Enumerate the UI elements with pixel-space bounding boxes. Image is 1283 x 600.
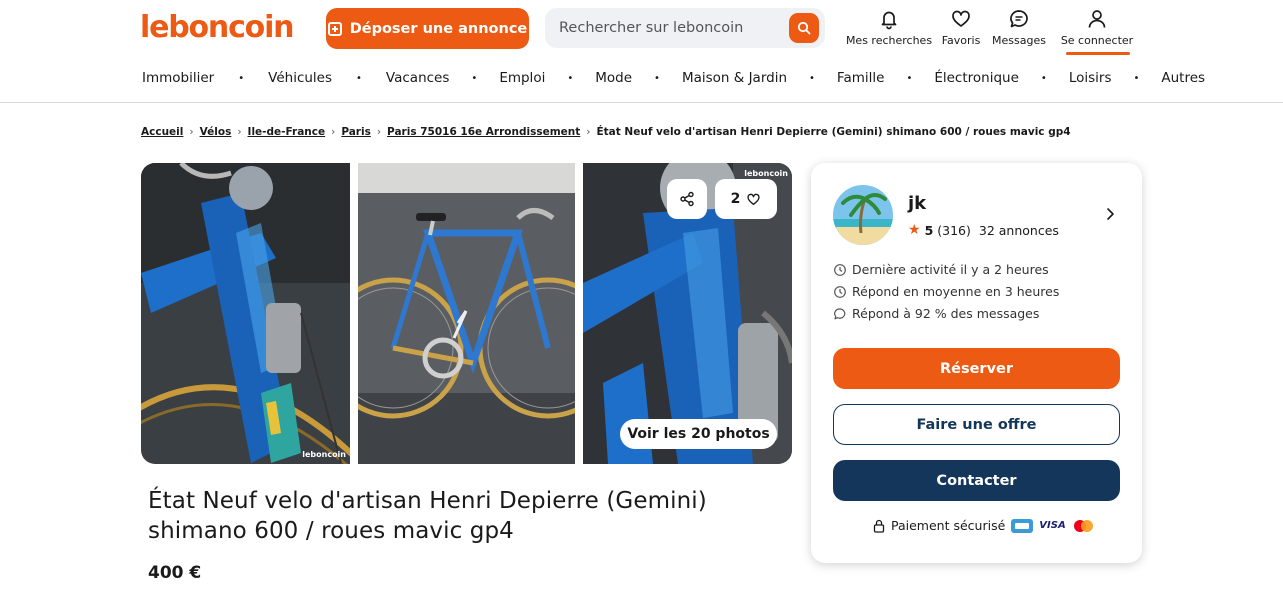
category-separator: •	[654, 72, 660, 84]
user-icon	[1088, 10, 1106, 28]
nav-messages-label: Messages	[992, 34, 1046, 47]
search-input[interactable]	[559, 20, 779, 36]
chat-bubble-icon	[1010, 10, 1028, 28]
share-button[interactable]	[667, 179, 707, 219]
breadcrumb-region[interactable]: Ile-de-France	[248, 126, 326, 138]
nav-favorites[interactable]: Favoris	[942, 8, 980, 47]
header: leboncoin Déposer une annonce Mes recher…	[0, 0, 1283, 103]
nav-favorites-label: Favoris	[941, 34, 981, 47]
listing-price: 400 €	[148, 563, 202, 583]
avatar[interactable]	[833, 185, 893, 245]
listing-title: État Neuf velo d'artisan Henri Depierre …	[148, 488, 707, 544]
star-icon: ★	[908, 222, 921, 238]
secure-payment: Paiement sécurisé VISA	[873, 518, 1094, 533]
bike-frame-closeup-image	[141, 163, 350, 464]
category-vehicules[interactable]: Véhicules	[268, 70, 332, 86]
category-nav: Immobilier • Véhicules • Vacances • Empl…	[142, 70, 1205, 86]
favorite-button[interactable]: 2	[715, 179, 777, 219]
clock-history-icon	[834, 263, 846, 276]
see-all-photos-button[interactable]: Voir les 20 photos	[620, 419, 777, 449]
watermark: leboncoin	[302, 450, 346, 459]
photo-1[interactable]: leboncoin	[141, 163, 350, 464]
response-time-text: Répond en moyenne en 3 heures	[852, 284, 1060, 299]
contact-button[interactable]: Contacter	[833, 460, 1120, 501]
bell-icon	[881, 11, 897, 30]
category-separator: •	[567, 72, 574, 84]
breadcrumb-current: État Neuf velo d'artisan Henri Depierre …	[596, 126, 1071, 138]
visa-logo: VISA	[1039, 520, 1066, 531]
message-bubble-icon	[834, 307, 846, 319]
response-rate-text: Répond à 92 % des messages	[852, 306, 1040, 321]
reserve-button[interactable]: Réserver	[833, 348, 1120, 389]
post-ad-button[interactable]: Déposer une annonce	[326, 8, 529, 49]
category-electronique[interactable]: Électronique	[934, 70, 1019, 86]
seller-name[interactable]: jk	[908, 193, 926, 214]
review-count: (316)	[937, 222, 971, 238]
seller-avatar-image	[833, 185, 893, 245]
category-separator: •	[356, 72, 362, 84]
chevron-right-icon: ›	[331, 126, 336, 138]
nav-my-searches[interactable]: Mes recherches	[846, 8, 932, 47]
mastercard-icon	[1072, 519, 1094, 533]
chevron-right-icon: ›	[237, 126, 242, 138]
share-icon	[680, 191, 694, 207]
favorite-count: 2	[730, 191, 741, 207]
leboncoin-logo[interactable]: leboncoin	[140, 10, 295, 45]
breadcrumb-accueil[interactable]: Accueil	[141, 126, 183, 138]
bike-full-image	[358, 163, 575, 464]
seller-rating: ★ 5 (316) 32 annonces	[908, 222, 1059, 238]
lock-icon	[873, 519, 885, 533]
category-famille[interactable]: Famille	[837, 70, 885, 86]
chevron-right-icon: ›	[189, 126, 194, 138]
category-maison-jardin[interactable]: Maison & Jardin	[682, 70, 787, 86]
category-mode[interactable]: Mode	[595, 70, 632, 86]
search-bar	[545, 8, 825, 48]
breadcrumb-district[interactable]: Paris 75016 16e Arrondissement	[387, 126, 580, 138]
heart-icon	[747, 193, 761, 205]
rating-value: 5	[924, 222, 934, 238]
category-immobilier[interactable]: Immobilier	[142, 70, 214, 86]
category-separator: •	[471, 72, 478, 84]
category-autres[interactable]: Autres	[1161, 70, 1205, 86]
breadcrumb-velos[interactable]: Vélos	[200, 126, 232, 138]
active-underline	[1066, 52, 1130, 55]
last-activity-text: Dernière activité il y a 2 heures	[852, 262, 1049, 277]
chevron-right-icon[interactable]	[1104, 207, 1116, 221]
seller-card: jk ★ 5 (316) 32 annonces Dernière activi…	[811, 163, 1142, 563]
category-separator: •	[1040, 72, 1047, 84]
category-separator: •	[1133, 72, 1140, 84]
ads-count: 32 annonces	[978, 222, 1059, 238]
search-button[interactable]	[789, 13, 819, 43]
category-loisirs[interactable]: Loisirs	[1069, 70, 1112, 86]
category-emploi[interactable]: Emploi	[499, 70, 545, 86]
plus-square-icon	[327, 21, 342, 36]
post-ad-label: Déposer une annonce	[349, 20, 528, 37]
response-time: Répond en moyenne en 3 heures	[833, 284, 1059, 299]
make-offer-button[interactable]: Faire une offre	[833, 404, 1120, 445]
nav-login-label: Se connecter	[1060, 34, 1134, 47]
last-activity: Dernière activité il y a 2 heures	[833, 262, 1049, 277]
category-separator: •	[906, 72, 913, 84]
clock-icon	[834, 285, 846, 298]
watermark: leboncoin	[744, 169, 788, 178]
cb-card-icon	[1011, 518, 1034, 533]
category-separator: •	[809, 72, 815, 84]
chevron-right-icon: ›	[376, 126, 382, 138]
nav-my-searches-label: Mes recherches	[845, 34, 933, 47]
response-rate: Répond à 92 % des messages	[833, 306, 1039, 321]
nav-messages[interactable]: Messages	[992, 8, 1046, 47]
secure-payment-label: Paiement sécurisé	[891, 518, 1006, 533]
search-icon	[797, 21, 811, 35]
breadcrumb: Accueil › Vélos › Ile-de-France › Paris …	[141, 126, 1071, 138]
nav-login[interactable]: Se connecter	[1060, 8, 1134, 47]
category-separator: •	[238, 72, 245, 84]
photo-2[interactable]	[358, 163, 575, 464]
chevron-right-icon: ›	[586, 126, 591, 138]
heart-icon	[952, 10, 970, 27]
breadcrumb-city[interactable]: Paris	[341, 126, 371, 138]
category-vacances[interactable]: Vacances	[386, 70, 449, 86]
